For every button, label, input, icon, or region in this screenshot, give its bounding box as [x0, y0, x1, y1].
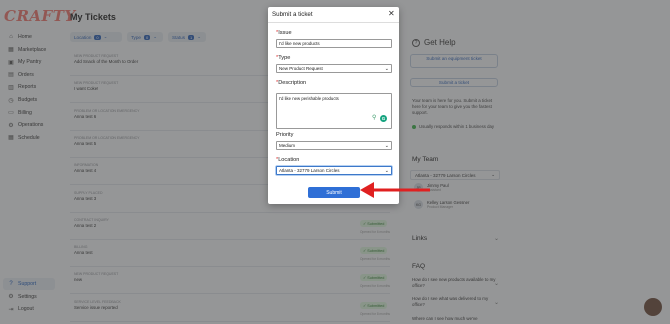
location-label-text: Location	[278, 157, 300, 163]
description-label-text: Description	[278, 80, 307, 86]
chevron-down-icon: ⌄	[384, 142, 389, 149]
submit-button[interactable]: Submit	[308, 187, 360, 198]
description-textarea[interactable]: I'd like new perishable products	[276, 93, 392, 129]
issue-input[interactable]: I'd like new products	[276, 39, 392, 48]
location-select[interactable]: Atlanta - 32779 Larson Circles ⌄	[276, 166, 392, 175]
location-pin-icon[interactable]: ⚲	[372, 115, 378, 121]
priority-label: Priority	[276, 132, 294, 138]
close-icon[interactable]: ✕	[388, 10, 395, 18]
submit-ticket-modal: Submit a ticket ✕ *Issue I'd like new pr…	[268, 7, 399, 204]
description-label: *Description	[276, 80, 307, 86]
type-select[interactable]: New Product Request ⌄	[276, 64, 392, 73]
priority-select[interactable]: Medium ⌄	[276, 141, 392, 150]
issue-label: *Issue	[276, 30, 292, 36]
type-select-value: New Product Request	[279, 66, 323, 71]
chevron-down-icon: ⌄	[384, 65, 389, 72]
modal-divider	[268, 22, 399, 23]
issue-label-text: Issue	[278, 30, 292, 36]
annotation-arrow-icon	[360, 182, 430, 198]
priority-select-value: Medium	[279, 143, 296, 148]
chevron-down-icon: ⌄	[384, 167, 389, 174]
grammarly-icon[interactable]: G	[380, 115, 387, 122]
type-label-text: Type	[278, 55, 291, 61]
issue-input-value: I'd like new products	[279, 41, 320, 46]
type-label: *Type	[276, 55, 291, 61]
textarea-tools: ⚲ G	[372, 115, 387, 122]
location-select-value: Atlanta - 32779 Larson Circles	[279, 168, 340, 173]
location-label: *Location	[276, 157, 300, 163]
modal-title: Submit a ticket	[272, 11, 313, 18]
